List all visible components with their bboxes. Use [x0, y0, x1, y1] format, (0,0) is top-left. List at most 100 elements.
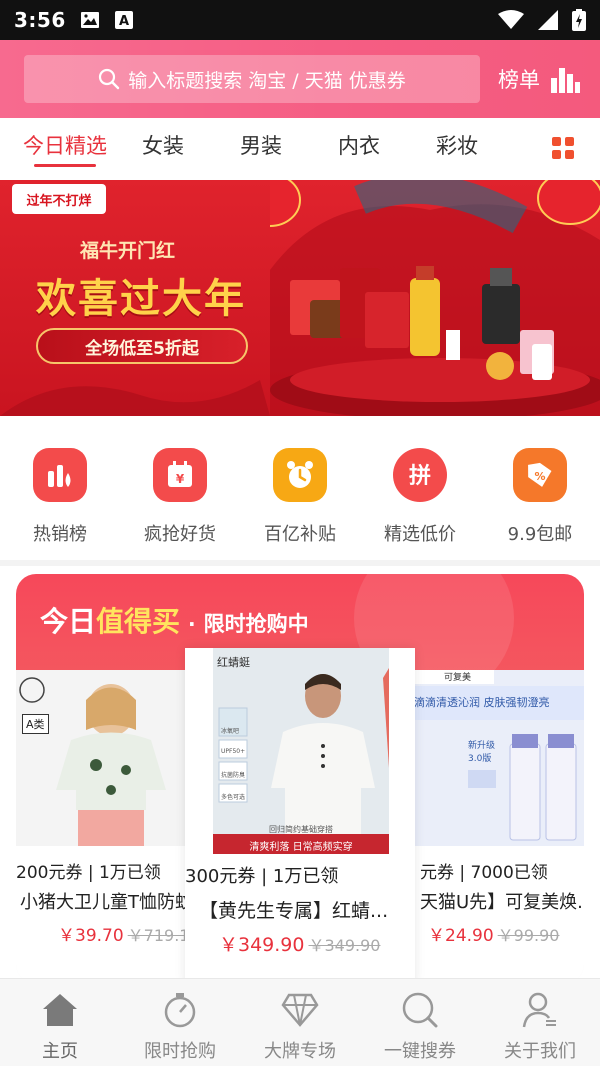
svg-text:¥: ¥ — [176, 472, 185, 486]
product-name: 天猫U先】可复美焕... — [420, 892, 584, 913]
svg-text:拼: 拼 — [409, 463, 431, 489]
signal-icon — [538, 10, 558, 30]
tab-mens[interactable]: 男装 — [212, 118, 310, 178]
chart-flame-icon — [33, 448, 87, 502]
deals-title-dot: · — [188, 612, 196, 636]
price: ￥349.90 — [219, 934, 305, 956]
coupon-text: 元券 | 7000已领 — [420, 863, 548, 883]
price-row: ￥39.70￥719.10 — [58, 921, 186, 946]
deals-title-suffix: 限时抢购中 — [203, 612, 309, 636]
quick-entries: 热销榜 ¥ 疯抢好货 百亿补贴 拼 精选低价 % 9.9包邮 — [0, 432, 600, 552]
search-placeholder: 输入标题搜索 淘宝 / 天猫 优惠券 — [128, 69, 406, 92]
price: ￥39.70 — [58, 926, 124, 946]
battery-icon — [572, 9, 586, 31]
tab-womens[interactable]: 女装 — [114, 118, 212, 178]
status-time: 3:56 — [14, 8, 66, 32]
status-bar: 3:56 A — [0, 0, 600, 40]
old-price: ￥99.90 — [497, 926, 560, 945]
nav-coupon-search[interactable]: 一键搜券 — [360, 979, 480, 1066]
banner-promo: 全场低至5折起 — [36, 328, 248, 364]
quick-free-shipping[interactable]: % 9.9包邮 — [480, 432, 600, 552]
promo-banner[interactable]: 过年不打烊 福牛开门红 欢喜过大年 全场低至5折起 — [0, 180, 600, 416]
coupon-text: 200元券 | 1万已领 — [16, 863, 161, 883]
rank-label: 榜单 — [498, 68, 540, 92]
deal-card[interactable]: 可复美 滴滴清透沁润 皮肤强韧澄亮 新升级 3.0版 元券 | 7000已领 天… — [414, 670, 584, 984]
nav-about-us[interactable]: 关于我们 — [480, 979, 600, 1066]
nav-home-label: 主页 — [42, 1041, 78, 1062]
section-divider — [0, 560, 600, 566]
quick-low-price[interactable]: 拼 精选低价 — [360, 432, 480, 552]
price-row: ￥349.90 ￥349.90 — [219, 930, 380, 957]
stopwatch-icon — [162, 991, 198, 1029]
all-categories-icon[interactable] — [552, 137, 574, 159]
quick-grab-goods-label: 疯抢好货 — [144, 524, 216, 545]
feature-tag: 抗菌防臭 — [221, 772, 246, 779]
svg-text:%: % — [534, 470, 545, 483]
feature-tag: 多色可选 — [221, 794, 246, 801]
upgrade-badge: 新升级 3.0版 — [468, 741, 496, 764]
image-caption-1: 回归简约基础穿搭 — [269, 825, 333, 834]
price-row: ￥24.90 ￥99.90 — [428, 921, 559, 946]
category-tabs: 今日精选 女装 男装 内衣 彩妆 — [0, 118, 600, 178]
product-brand: 可复美 — [444, 673, 472, 683]
tab-today-picks[interactable]: 今日精选 — [16, 118, 114, 178]
old-price: ￥719.10 — [127, 926, 186, 945]
search-icon — [401, 991, 439, 1029]
nav-flash-sale[interactable]: 限时抢购 — [120, 979, 240, 1066]
image-icon — [80, 12, 99, 28]
price: ￥24.90 — [428, 926, 494, 946]
pin-icon: 拼 — [393, 448, 447, 502]
deal-card[interactable]: A类 200元券 | 1万已领 小猪大卫儿童T恤防蚊 ￥39.70￥719.10 — [16, 670, 186, 984]
deals-title-highlight: 值得买 — [96, 605, 181, 638]
search-input[interactable]: 输入标题搜索 淘宝 / 天猫 优惠券 — [24, 55, 480, 103]
deal-card-featured[interactable]: 红蜻蜓 冰氧吧 UPF50+ 抗菌防臭 多色可选 回归简约基础穿搭 清爽利落 日… — [185, 648, 415, 984]
product-image: 红蜻蜓 冰氧吧 UPF50+ 抗菌防臭 多色可选 回归简约基础穿搭 清爽利落 日… — [213, 648, 389, 854]
product-image: 可复美 滴滴清透沁润 皮肤强韧澄亮 新升级 3.0版 — [414, 670, 584, 846]
product-name: 小猪大卫儿童T恤防蚊 — [20, 892, 186, 913]
product-brand: 红蜻蜓 — [217, 656, 250, 669]
quick-low-price-label: 精选低价 — [384, 524, 456, 545]
deals-title-prefix: 今日 — [40, 605, 97, 638]
tag-icon: % — [513, 448, 567, 502]
feature-tag: UPF50+ — [221, 748, 246, 755]
quick-grab-goods[interactable]: ¥ 疯抢好货 — [120, 432, 240, 552]
banner-headline: 欢喜过大年 — [36, 276, 246, 322]
home-icon — [41, 991, 79, 1029]
quick-subsidy-label: 百亿补贴 — [264, 524, 336, 545]
quick-free-shipping-label: 9.9包邮 — [507, 524, 573, 545]
bar-chart-icon — [551, 68, 580, 93]
calendar-yen-icon: ¥ — [153, 448, 207, 502]
search-icon — [99, 68, 120, 90]
diamond-icon — [281, 991, 319, 1029]
deals-title: 今日 值得买 · 限时抢购中 — [40, 600, 309, 640]
banner-subtitle: 福牛开门红 — [80, 240, 176, 262]
svg-text:A: A — [119, 14, 129, 29]
deals-panel: 今日 值得买 · 限时抢购中 A类 200元券 | 1万已领 小猪大卫儿童T恤防… — [16, 574, 584, 984]
user-icon — [522, 991, 558, 1029]
top-header: 输入标题搜索 淘宝 / 天猫 优惠券 榜单 — [0, 40, 600, 118]
quick-subsidy[interactable]: 百亿补贴 — [240, 432, 360, 552]
bottom-nav: 主页 限时抢购 大牌专场 一键搜券 关于我们 — [0, 978, 600, 1066]
feature-tag: 冰氧吧 — [221, 728, 240, 735]
tab-underwear[interactable]: 内衣 — [310, 118, 408, 178]
nav-flash-sale-label: 限时抢购 — [144, 1041, 216, 1062]
banner-products-image — [270, 180, 600, 380]
rank-button[interactable]: 榜单 — [498, 64, 580, 94]
nav-brands[interactable]: 大牌专场 — [240, 979, 360, 1066]
quick-hot-list-label: 热销榜 — [33, 524, 87, 545]
nav-brands-label: 大牌专场 — [264, 1041, 336, 1062]
nav-home[interactable]: 主页 — [0, 979, 120, 1066]
banner-badge: 过年不打烊 — [12, 184, 106, 214]
product-name: 【黄先生专属】红蜻... — [199, 900, 389, 922]
product-image: A类 — [16, 670, 186, 846]
product-headline: 滴滴清透沁润 皮肤强韧澄亮 — [414, 696, 550, 709]
grade-label: A类 — [22, 714, 49, 734]
tab-makeup[interactable]: 彩妆 — [408, 118, 506, 178]
image-caption-2: 清爽利落 日常高频实穿 — [249, 842, 353, 853]
alarm-clock-icon — [273, 448, 327, 502]
old-price: ￥349.90 — [308, 936, 381, 955]
nav-coupon-search-label: 一键搜券 — [384, 1041, 456, 1062]
quick-hot-list[interactable]: 热销榜 — [0, 432, 120, 552]
coupon-text: 300元券 | 1万已领 — [185, 866, 339, 887]
font-a-icon: A — [114, 11, 133, 29]
